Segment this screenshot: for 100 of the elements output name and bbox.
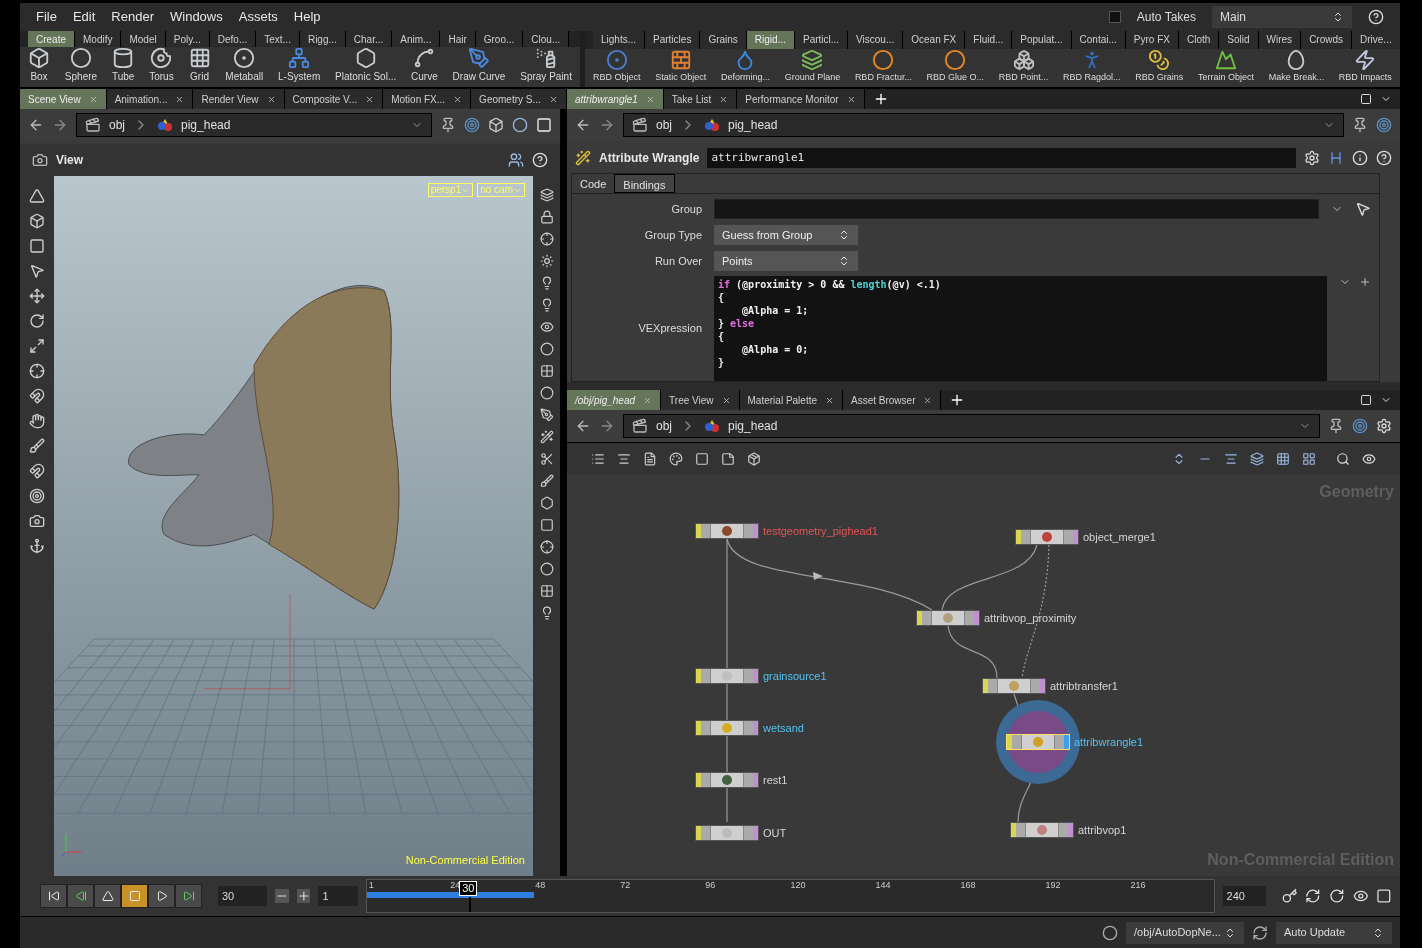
- tab[interactable]: Ocean FX: [903, 31, 966, 49]
- tab[interactable]: Solid: [1219, 31, 1259, 49]
- node[interactable]: [695, 720, 759, 736]
- shelf-tool[interactable]: Sphere: [64, 47, 98, 84]
- menu-item[interactable]: Assets: [238, 7, 278, 27]
- eye-icon[interactable]: [1352, 888, 1369, 904]
- frame-field[interactable]: 30: [218, 886, 268, 906]
- tab[interactable]: Create: [28, 31, 75, 47]
- close-icon[interactable]: [721, 395, 731, 405]
- tab[interactable]: Material Palette: [739, 390, 843, 410]
- tab[interactable]: Asset Browser: [843, 390, 942, 410]
- circle-icon[interactable]: [539, 562, 554, 576]
- shelf-tool[interactable]: Terrain Object: [1197, 48, 1254, 84]
- path-field[interactable]: obj pig_head: [623, 414, 1320, 438]
- grid-icon[interactable]: [539, 364, 554, 378]
- shelf-tool[interactable]: RBD Ragdol...: [1063, 48, 1121, 84]
- tab[interactable]: Defo...: [209, 31, 257, 47]
- tab[interactable]: Model: [121, 31, 166, 47]
- box-icon[interactable]: [29, 213, 45, 229]
- close-icon[interactable]: [825, 395, 834, 405]
- close-icon[interactable]: [175, 94, 185, 104]
- path-segment[interactable]: obj: [656, 417, 672, 435]
- sheet-icon[interactable]: [643, 451, 657, 466]
- search-icon[interactable]: [1336, 451, 1350, 466]
- shelf-tool[interactable]: RBD Impacts: [1338, 48, 1392, 84]
- tab[interactable]: Particl...: [794, 31, 849, 49]
- forward-icon[interactable]: [599, 117, 615, 133]
- brush-icon[interactable]: [29, 438, 45, 454]
- hand-icon[interactable]: [29, 413, 45, 429]
- square-icon[interactable]: [539, 518, 554, 532]
- sun-icon[interactable]: [539, 254, 554, 268]
- rotate-icon[interactable]: [29, 313, 45, 329]
- tab[interactable]: Wires: [1258, 31, 1302, 49]
- playback-button[interactable]: [40, 884, 67, 908]
- tree-icon[interactable]: [591, 451, 605, 466]
- path-segment[interactable]: obj: [656, 116, 672, 134]
- plus-icon[interactable]: [296, 889, 311, 903]
- settings-icon[interactable]: [1304, 150, 1320, 166]
- rotate-icon[interactable]: [1329, 888, 1345, 904]
- scissors-icon[interactable]: [539, 452, 554, 466]
- tab[interactable]: Take List: [663, 89, 738, 109]
- crosshair-icon[interactable]: [539, 540, 554, 554]
- refresh-icon[interactable]: [1252, 924, 1268, 941]
- menu-item[interactable]: File: [36, 7, 57, 27]
- list-icon[interactable]: [617, 451, 631, 466]
- tab[interactable]: Motion FX...: [383, 89, 472, 109]
- menu-item[interactable]: Windows: [170, 7, 223, 27]
- step-field[interactable]: 1: [318, 886, 358, 906]
- shelf-tool[interactable]: Draw Curve: [452, 47, 506, 84]
- tab[interactable]: Modify: [75, 31, 122, 47]
- minus-icon[interactable]: [275, 889, 289, 903]
- path-segment[interactable]: pig_head: [181, 116, 231, 134]
- square-icon[interactable]: [1376, 888, 1392, 904]
- shelf-tool[interactable]: L-System: [278, 47, 321, 84]
- shelf-tool[interactable]: RBD Point...: [998, 48, 1049, 84]
- close-icon[interactable]: [453, 94, 463, 104]
- tab[interactable]: Composite V...: [284, 89, 384, 109]
- magnet-icon[interactable]: [29, 388, 45, 404]
- shelf-tool[interactable]: Torus: [149, 47, 174, 84]
- node[interactable]: [1010, 822, 1074, 838]
- tab[interactable]: Geometry S...: [471, 89, 567, 109]
- hexagon-icon[interactable]: [539, 496, 554, 510]
- pointer-icon[interactable]: [1355, 201, 1371, 217]
- note-icon[interactable]: [721, 451, 735, 466]
- end-field[interactable]: 240: [1222, 886, 1266, 906]
- name-field[interactable]: attribwrangle1: [707, 148, 1296, 168]
- close-icon[interactable]: [365, 94, 375, 104]
- tab[interactable]: Cloth: [1178, 31, 1220, 49]
- playback-button[interactable]: [121, 884, 148, 908]
- node[interactable]: [695, 825, 759, 841]
- close-icon[interactable]: [266, 94, 276, 104]
- tab[interactable]: Drive...: [1352, 31, 1400, 49]
- scale-icon[interactable]: [29, 338, 45, 354]
- move-icon[interactable]: [29, 288, 45, 304]
- shelf-tool[interactable]: Ground Plane: [784, 48, 841, 84]
- help-icon[interactable]: [532, 152, 548, 168]
- pin-icon[interactable]: [1352, 117, 1368, 133]
- tab[interactable]: Scene View: [20, 89, 107, 109]
- heading-icon[interactable]: [1328, 150, 1344, 166]
- close-icon[interactable]: [719, 94, 729, 104]
- update-dropdown[interactable]: Auto Update: [1276, 921, 1392, 944]
- shelf-tool[interactable]: Platonic Sol...: [335, 47, 397, 84]
- text-field[interactable]: [714, 199, 1319, 219]
- tab[interactable]: /obj/pig_head: [567, 390, 662, 410]
- align-icon[interactable]: [1224, 451, 1238, 466]
- lock-icon[interactable]: [539, 210, 554, 224]
- checkbox[interactable]: [1108, 11, 1121, 23]
- tab[interactable]: Rigg...: [299, 31, 346, 47]
- loop-icon[interactable]: [1305, 888, 1322, 904]
- menu-item[interactable]: Edit: [72, 7, 96, 27]
- anchor-icon[interactable]: [29, 538, 45, 554]
- help-icon[interactable]: [1376, 150, 1392, 166]
- shelf-tool[interactable]: RBD Grains: [1135, 48, 1184, 84]
- back-icon[interactable]: [28, 117, 44, 133]
- shelf-tool[interactable]: Tube: [111, 47, 135, 84]
- grid-icon[interactable]: [1276, 451, 1290, 466]
- tab[interactable]: Char...: [345, 31, 393, 47]
- target-icon[interactable]: [29, 488, 45, 504]
- dropdown[interactable]: Points: [714, 251, 858, 271]
- shelf-tool[interactable]: Box: [28, 47, 50, 84]
